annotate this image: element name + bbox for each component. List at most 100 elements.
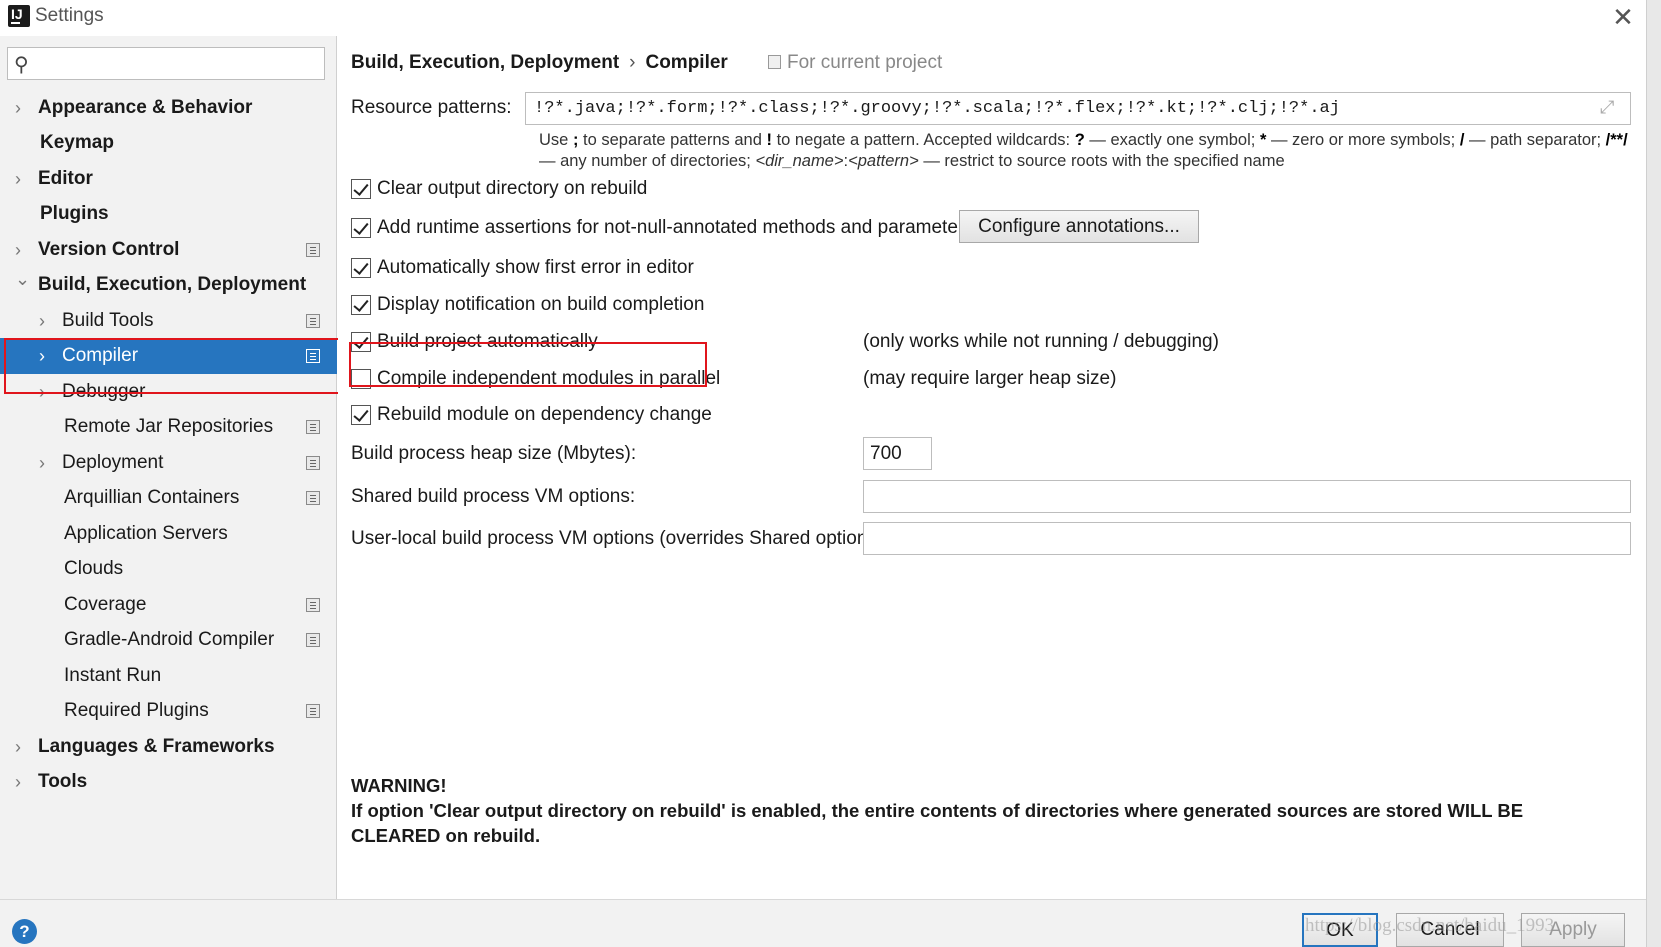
resource-patterns-input[interactable]: !?*.java;!?*.form;!?*.class;!?*.groovy;!… (525, 92, 1631, 125)
sidebar-item-deployment[interactable]: › Deployment (0, 445, 337, 481)
shared-vm-options-input[interactable] (863, 480, 1631, 513)
breadcrumb: Build, Execution, Deployment › Compiler (351, 52, 728, 74)
sidebar-item-tools[interactable]: › Tools (0, 764, 337, 800)
sidebar-item-label: Build Tools (62, 310, 154, 331)
sidebar-item-label: Debugger (62, 381, 146, 402)
build-automatically-label: Build project automatically (377, 331, 598, 352)
checkbox-box[interactable] (351, 295, 371, 315)
search-input[interactable]: ⚲ (7, 47, 325, 80)
sidebar-item-version-control[interactable]: › Version Control (0, 232, 337, 268)
sidebar-item-label: Version Control (38, 239, 180, 260)
display-notification-label: Display notification on build completion (377, 294, 705, 315)
project-scope-icon (306, 420, 320, 434)
configure-annotations-button[interactable]: Configure annotations... (959, 210, 1199, 243)
sidebar-item-application-servers[interactable]: Application Servers (0, 516, 337, 552)
sidebar-item-instant-run[interactable]: Instant Run (0, 658, 337, 694)
project-scope-icon (768, 55, 781, 69)
runtime-assertions-label: Add runtime assertions for not-null-anno… (377, 217, 974, 238)
cancel-button[interactable]: Cancel (1396, 913, 1504, 947)
chevron-right-icon[interactable]: › (15, 161, 21, 197)
checkbox-box[interactable] (351, 179, 371, 199)
sidebar-item-label: Plugins (40, 203, 109, 224)
sidebar-item-required-plugins[interactable]: Required Plugins (0, 693, 337, 729)
clear-output-label: Clear output directory on rebuild (377, 178, 648, 199)
sidebar-item-languages-frameworks[interactable]: › Languages & Frameworks (0, 729, 337, 765)
checkbox-box[interactable] (351, 218, 371, 238)
resource-patterns-label: Resource patterns: (351, 97, 512, 118)
heap-size-label: Build process heap size (Mbytes): (351, 443, 637, 464)
warning-text: If option 'Clear output directory on reb… (351, 800, 1524, 846)
chevron-right-icon[interactable]: › (39, 303, 45, 339)
sidebar-item-label: Instant Run (64, 665, 162, 686)
sidebar-item-arquillian-containers[interactable]: Arquillian Containers (0, 480, 337, 516)
sidebar-item-appearance-behavior[interactable]: › Appearance & Behavior (0, 90, 337, 126)
sidebar-item-label: Tools (38, 771, 88, 792)
intellij-logo-icon: IJ (6, 3, 32, 29)
warning-message: WARNING! If option 'Clear output directo… (351, 773, 1591, 848)
sidebar-item-plugins[interactable]: Plugins (0, 196, 337, 232)
sidebar-item-remote-jar-repositories[interactable]: Remote Jar Repositories (0, 409, 337, 445)
sidebar-item-editor[interactable]: › Editor (0, 161, 337, 197)
sidebar-item-label: Deployment (62, 452, 164, 473)
user-vm-options-input[interactable] (863, 522, 1631, 555)
breadcrumb-parent: Build, Execution, Deployment (351, 52, 620, 73)
project-scope-icon (306, 456, 320, 470)
chevron-down-icon[interactable]: ⌄ (15, 261, 30, 297)
chevron-right-icon[interactable]: › (39, 445, 45, 481)
rebuild-on-change-label: Rebuild module on dependency change (377, 404, 712, 425)
sidebar-item-label: Application Servers (64, 523, 228, 544)
scope-text: For current project (787, 52, 943, 73)
checkbox-box[interactable] (351, 405, 371, 425)
sidebar-item-compiler[interactable]: › Compiler (0, 338, 337, 374)
apply-button[interactable]: Apply (1521, 913, 1625, 947)
sidebar-item-label: Editor (38, 168, 93, 189)
expand-icon[interactable]: ⤢ (1600, 97, 1614, 118)
compile-parallel-note: (may require larger heap size) (863, 368, 1117, 389)
sidebar-item-label: Coverage (64, 594, 147, 615)
search-icon: ⚲ (14, 54, 29, 76)
sidebar-item-label: Keymap (40, 132, 114, 153)
compile-parallel-label: Compile independent modules in parallel (377, 368, 721, 389)
sidebar-item-build-execution-deployment[interactable]: ⌄ Build, Execution, Deployment (0, 267, 337, 303)
sidebar-item-label: Languages & Frameworks (38, 736, 275, 757)
heap-size-input[interactable]: 700 (863, 437, 932, 470)
chevron-right-icon[interactable]: › (15, 729, 21, 765)
warning-title: WARNING! (351, 775, 447, 796)
build-automatically-note: (only works while not running / debuggin… (863, 331, 1219, 352)
project-scope-icon (306, 314, 320, 328)
sidebar-item-label: Build, Execution, Deployment (38, 274, 307, 295)
sidebar-item-debugger[interactable]: › Debugger (0, 374, 337, 410)
checkbox-box[interactable] (351, 258, 371, 278)
chevron-right-icon[interactable]: › (39, 374, 45, 410)
resource-patterns-hint: Use ; to separate patterns and ! to nega… (539, 131, 1628, 170)
sidebar-item-label: Appearance & Behavior (38, 97, 253, 118)
sidebar-item-keymap[interactable]: Keymap (0, 125, 337, 161)
sidebar-item-label: Clouds (64, 558, 124, 579)
sidebar-item-build-tools[interactable]: › Build Tools (0, 303, 337, 339)
help-icon[interactable]: ? (12, 919, 37, 944)
chevron-right-icon[interactable]: › (39, 338, 45, 374)
shared-vm-options-label: Shared build process VM options: (351, 486, 636, 507)
ok-button[interactable]: OK (1302, 913, 1378, 947)
chevron-right-icon[interactable]: › (15, 764, 21, 800)
checkbox-box[interactable] (351, 332, 371, 352)
chevron-right-icon[interactable]: › (15, 90, 21, 126)
sidebar-item-label: Gradle-Android Compiler (64, 629, 275, 650)
sidebar-item-clouds[interactable]: Clouds (0, 551, 337, 587)
title-bar: IJ Settings ✕ (0, 0, 1646, 36)
project-scope-icon (306, 704, 320, 718)
checkbox-box[interactable] (351, 369, 371, 389)
sidebar-item-coverage[interactable]: Coverage (0, 587, 337, 623)
breadcrumb-current: Compiler (645, 52, 728, 73)
project-scope-icon (306, 598, 320, 612)
sidebar-item-gradle-android-compiler[interactable]: Gradle-Android Compiler (0, 622, 337, 658)
project-scope-icon (306, 633, 320, 647)
window-title: Settings (35, 5, 104, 26)
user-vm-options-label: User-local build process VM options (ove… (351, 528, 889, 549)
sidebar-item-label: Required Plugins (64, 700, 209, 721)
project-scope-icon (306, 243, 320, 257)
close-icon[interactable]: ✕ (1610, 4, 1636, 30)
sidebar-item-label: Arquillian Containers (64, 487, 240, 508)
show-first-error-label: Automatically show first error in editor (377, 257, 694, 278)
project-scope-icon (306, 491, 320, 505)
